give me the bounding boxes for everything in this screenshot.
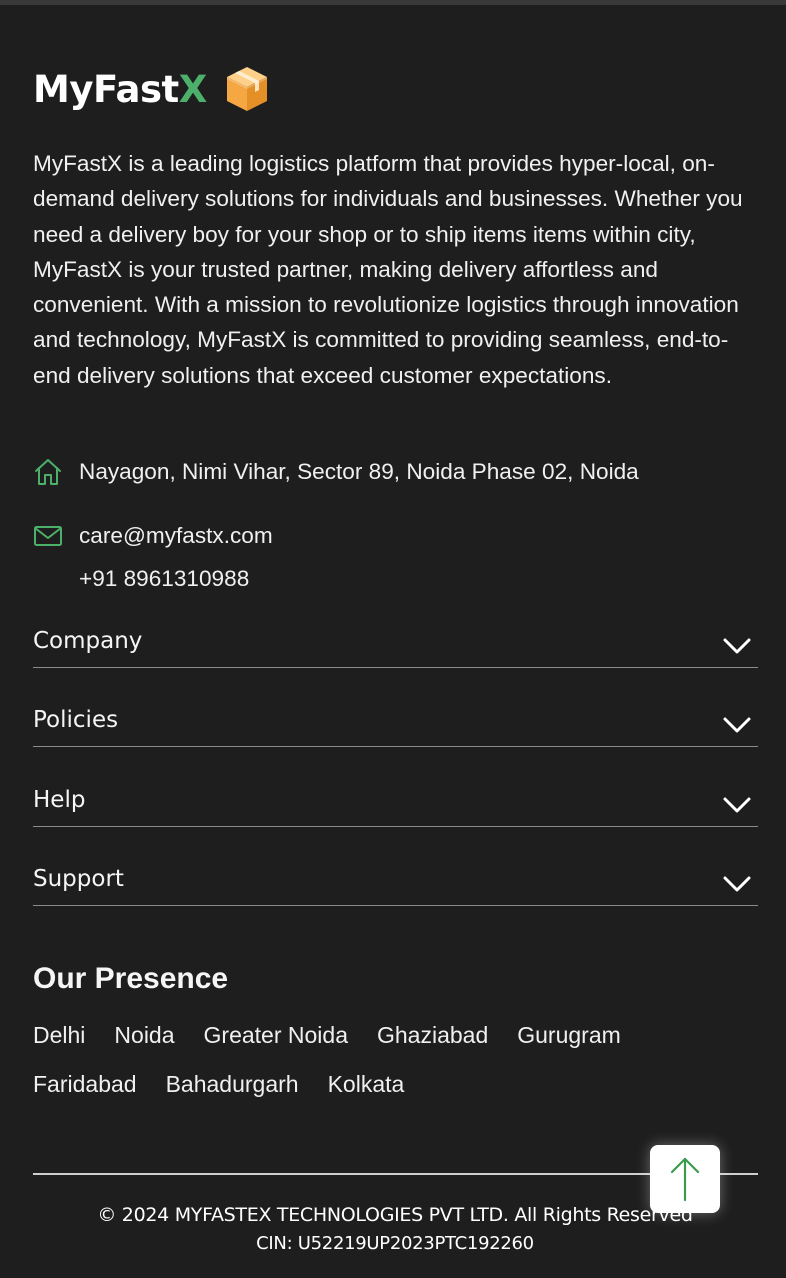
city-link-gurugram[interactable]: Gurugram: [517, 1020, 621, 1069]
scroll-to-top-button[interactable]: [650, 1145, 720, 1213]
email-link[interactable]: care@myfastx.com: [79, 523, 273, 549]
email-row[interactable]: care@myfastx.com: [33, 521, 273, 551]
city-link-bahadurgarh[interactable]: Bahadurgarh: [166, 1069, 299, 1118]
brand-logo[interactable]: MyFastX: [33, 64, 271, 114]
cin-text: CIN: U52219UP2023PTC192260: [256, 1233, 534, 1254]
city-link-faridabad[interactable]: Faridabad: [33, 1069, 137, 1118]
accordion-help[interactable]: Help: [33, 787, 758, 827]
mail-icon: [34, 526, 62, 546]
accordion-support[interactable]: Support: [33, 866, 758, 906]
city-list: Delhi Noida Greater Noida Ghaziabad Guru…: [33, 1020, 683, 1118]
home-icon: [35, 459, 61, 485]
address-row: Nayagon, Nimi Vihar, Sector 89, Noida Ph…: [33, 457, 639, 487]
accordion-label: Help: [33, 787, 86, 813]
accordion-label: Support: [33, 866, 124, 892]
city-link-noida[interactable]: Noida: [114, 1020, 174, 1069]
city-link-ghaziabad[interactable]: Ghaziabad: [377, 1020, 488, 1069]
accordion-company[interactable]: Company: [33, 628, 758, 668]
address-text: Nayagon, Nimi Vihar, Sector 89, Noida Ph…: [79, 459, 639, 484]
accordion-policies[interactable]: Policies: [33, 707, 758, 747]
city-link-greater-noida[interactable]: Greater Noida: [204, 1020, 348, 1069]
city-link-delhi[interactable]: Delhi: [33, 1020, 85, 1069]
package-box-icon: [226, 67, 267, 111]
chevron-down-icon[interactable]: [722, 636, 752, 656]
chevron-down-icon[interactable]: [722, 874, 752, 894]
city-link-kolkata[interactable]: Kolkata: [328, 1069, 405, 1118]
chevron-down-icon[interactable]: [722, 795, 752, 815]
site-footer: MyFastX MyFastX is a leading logistics p…: [0, 0, 786, 1278]
accordion-label: Company: [33, 628, 143, 654]
phone-link[interactable]: +91 8961310988: [79, 566, 249, 592]
about-description: MyFastX is a leading logistics platform …: [33, 151, 743, 388]
our-presence-heading: Our Presence: [33, 962, 229, 995]
brand-name: MyFastX: [33, 67, 207, 111]
arrow-up-icon: [670, 1157, 700, 1202]
chevron-down-icon[interactable]: [722, 715, 752, 735]
accordion-label: Policies: [33, 707, 119, 733]
